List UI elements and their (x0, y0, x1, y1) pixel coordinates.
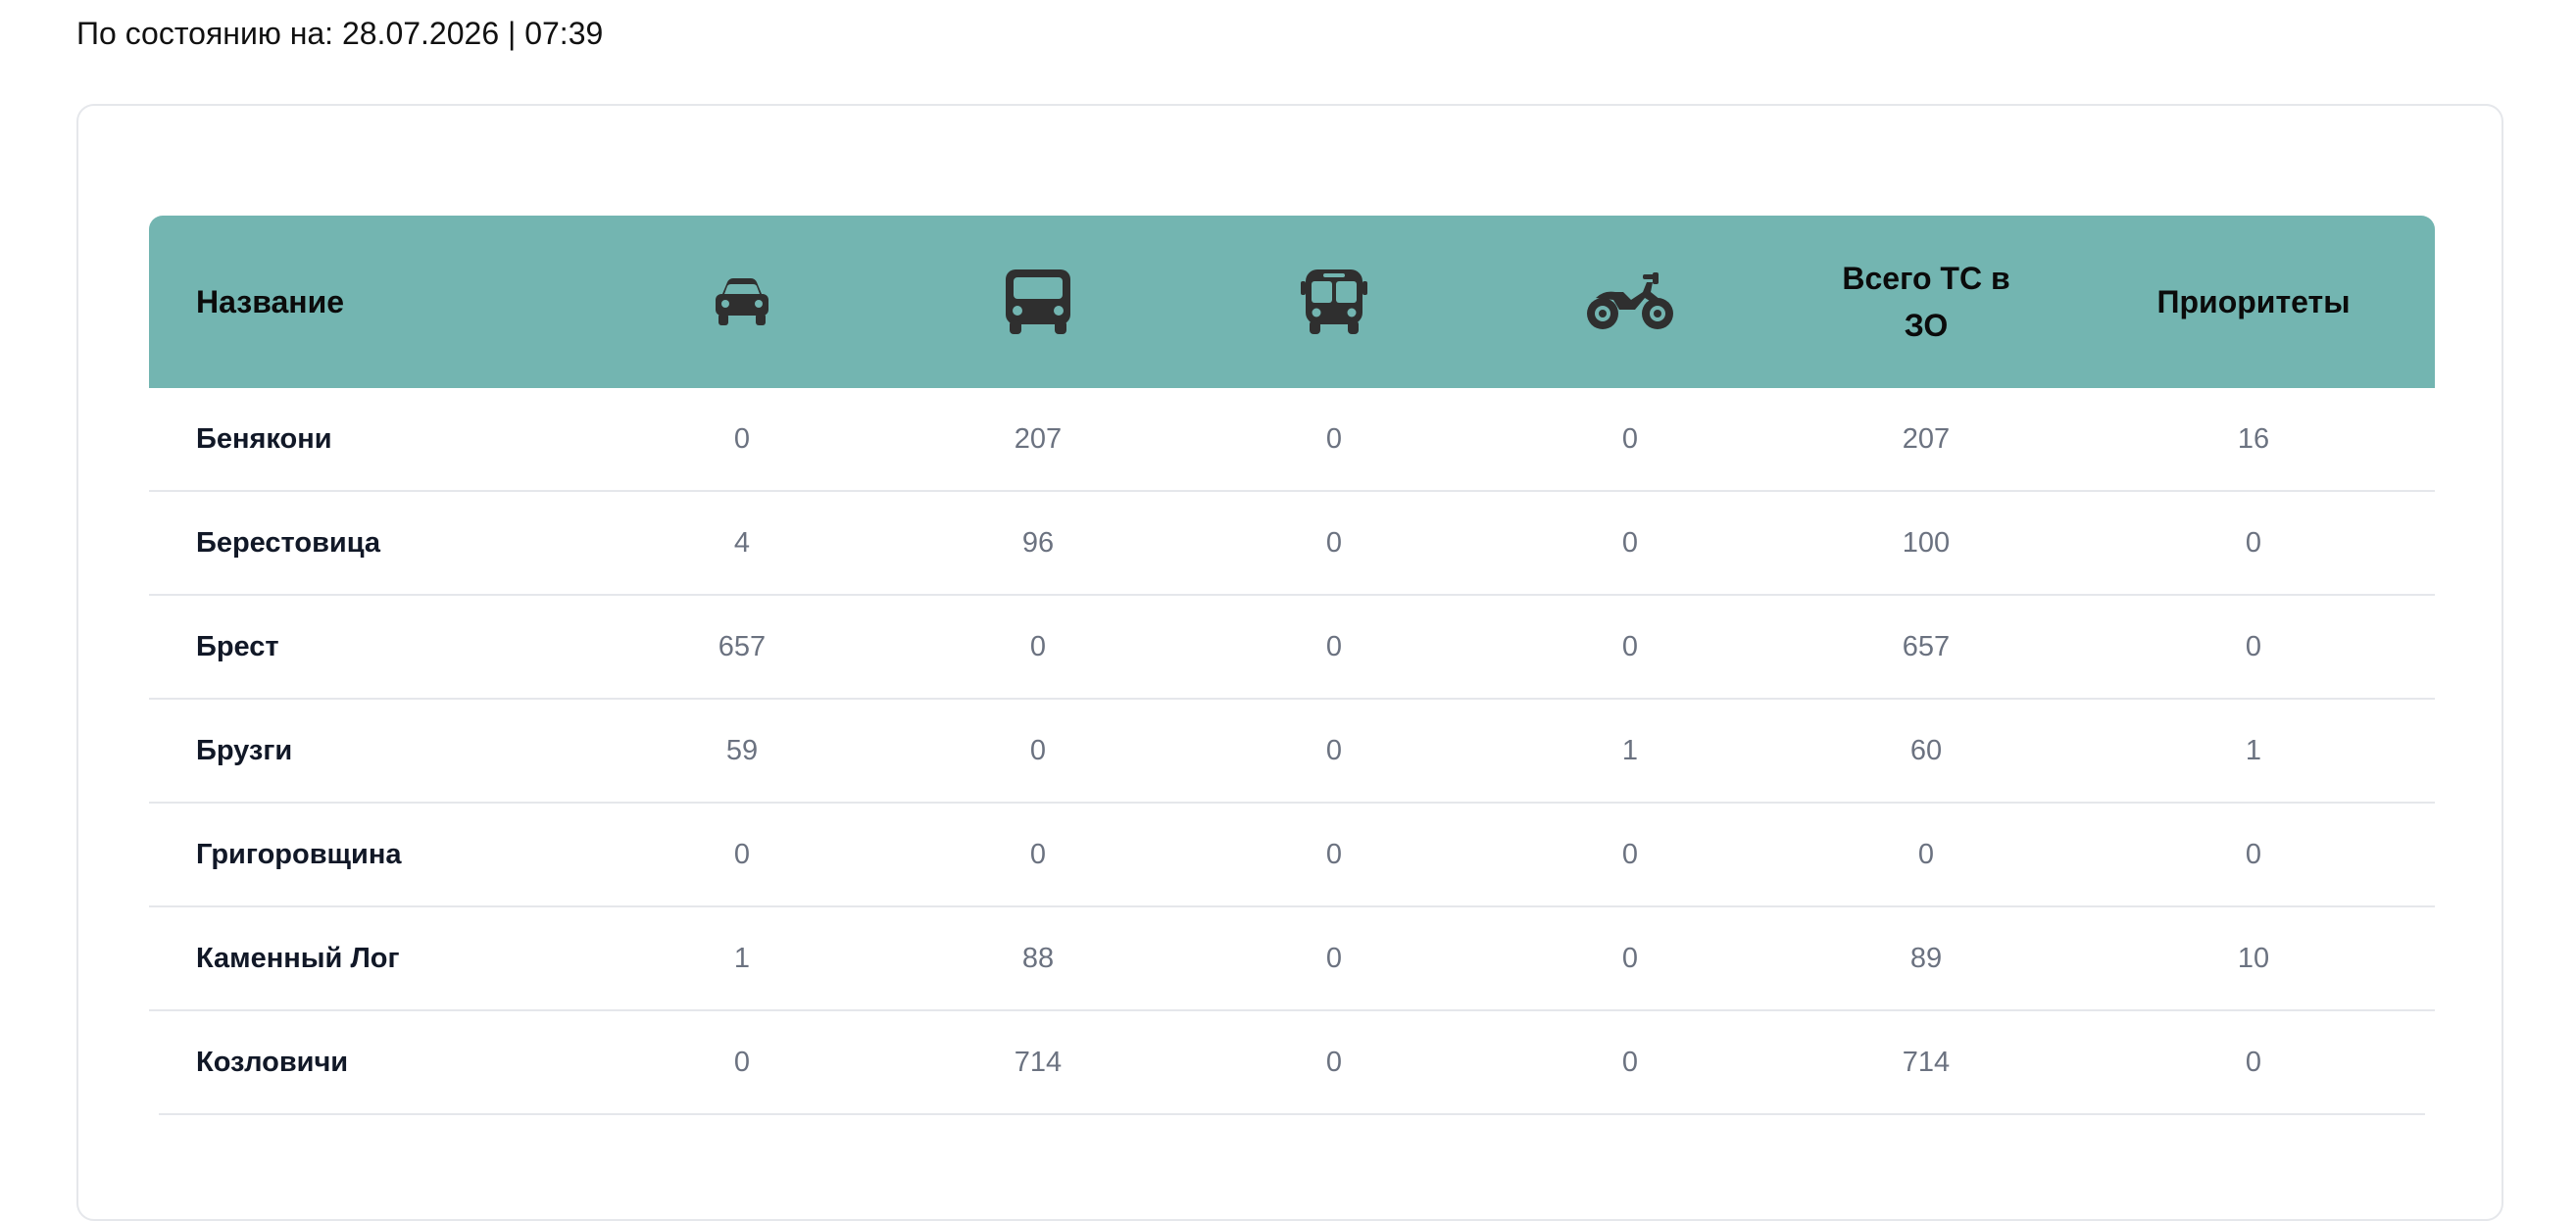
cars-count: 0 (733, 1046, 751, 1078)
queue-table: Название Всего ТС в ЗО Приоритеты Беняко… (149, 216, 2435, 1115)
motorcycles-count: 0 (1621, 630, 1639, 662)
table-body: Бенякони 0 207 0 0 207 16 Берестовица 4 … (149, 388, 2435, 1115)
priorities-count: 10 (2237, 942, 2270, 974)
table-row[interactable]: Берестовица 4 96 0 0 100 0 (149, 492, 2435, 596)
priorities-count: 16 (2237, 422, 2270, 455)
motorcycles-count: 0 (1621, 422, 1639, 455)
column-header-total-line1: Всего ТС в (1842, 261, 2010, 296)
table-row[interactable]: Козловичи 0 714 0 0 714 0 (159, 1011, 2425, 1115)
trucks-count: 96 (1021, 526, 1055, 559)
table-row[interactable]: Брузги 59 0 0 1 60 1 (149, 700, 2435, 804)
total-count: 714 (1902, 1046, 1951, 1078)
priorities-count: 0 (2245, 1046, 2262, 1078)
status-timestamp: По состоянию на: 28.07.2026 | 07:39 (76, 16, 604, 51)
column-header-cars[interactable] (644, 216, 840, 388)
cars-count: 657 (718, 630, 767, 662)
table-row[interactable]: Бенякони 0 207 0 0 207 16 (149, 388, 2435, 492)
trucks-count: 714 (1014, 1046, 1063, 1078)
priorities-count: 1 (2245, 734, 2262, 766)
total-count: 207 (1902, 422, 1951, 455)
trucks-count: 0 (1029, 734, 1047, 766)
checkpoint-name: Берестовица (196, 526, 381, 559)
checkpoint-name: Каменный Лог (196, 942, 400, 974)
trucks-count: 0 (1029, 630, 1047, 662)
truck-icon (1004, 268, 1072, 336)
cars-count: 4 (733, 526, 751, 559)
priorities-count: 0 (2245, 526, 2262, 559)
total-count: 100 (1902, 526, 1951, 559)
motorcycles-count: 0 (1621, 838, 1639, 870)
cars-count: 0 (733, 422, 751, 455)
column-header-priorities[interactable]: Приоритеты (2113, 216, 2394, 388)
total-count: 60 (1909, 734, 1943, 766)
column-header-motorcycles[interactable] (1532, 216, 1728, 388)
table-row[interactable]: Григоровщина 0 0 0 0 0 0 (149, 804, 2435, 907)
checkpoint-name: Григоровщина (196, 838, 402, 870)
column-header-buses[interactable] (1236, 216, 1432, 388)
checkpoint-name: Брест (196, 630, 279, 662)
priorities-count: 0 (2245, 838, 2262, 870)
motorcycle-icon (1586, 270, 1674, 333)
cars-count: 59 (725, 734, 759, 766)
column-header-total-line2: ЗО (1904, 308, 1949, 343)
bus-icon (1300, 268, 1368, 336)
priorities-count: 0 (2245, 630, 2262, 662)
total-count: 657 (1902, 630, 1951, 662)
buses-count: 0 (1325, 942, 1343, 974)
motorcycles-count: 0 (1621, 526, 1639, 559)
trucks-count: 88 (1021, 942, 1055, 974)
motorcycles-count: 0 (1621, 942, 1639, 974)
table-header: Название Всего ТС в ЗО Приоритеты (149, 216, 2435, 388)
motorcycles-count: 0 (1621, 1046, 1639, 1078)
car-icon (714, 276, 770, 327)
buses-count: 0 (1325, 838, 1343, 870)
checkpoint-name: Бенякони (196, 422, 332, 455)
table-row[interactable]: Каменный Лог 1 88 0 0 89 10 (149, 907, 2435, 1011)
buses-count: 0 (1325, 630, 1343, 662)
buses-count: 0 (1325, 526, 1343, 559)
column-header-total[interactable]: Всего ТС в ЗО (1828, 216, 2024, 388)
queue-card: Название Всего ТС в ЗО Приоритеты Беняко… (76, 104, 2503, 1221)
cars-count: 0 (733, 838, 751, 870)
buses-count: 0 (1325, 422, 1343, 455)
total-count: 0 (1917, 838, 1935, 870)
cars-count: 1 (733, 942, 751, 974)
total-count: 89 (1909, 942, 1943, 974)
column-header-trucks[interactable] (940, 216, 1136, 388)
motorcycles-count: 1 (1621, 734, 1639, 766)
trucks-count: 207 (1014, 422, 1063, 455)
trucks-count: 0 (1029, 838, 1047, 870)
checkpoint-name: Брузги (196, 734, 293, 766)
table-row[interactable]: Брест 657 0 0 0 657 0 (149, 596, 2435, 700)
buses-count: 0 (1325, 734, 1343, 766)
column-header-name[interactable]: Название (196, 216, 608, 388)
checkpoint-name: Козловичи (196, 1046, 349, 1078)
buses-count: 0 (1325, 1046, 1343, 1078)
